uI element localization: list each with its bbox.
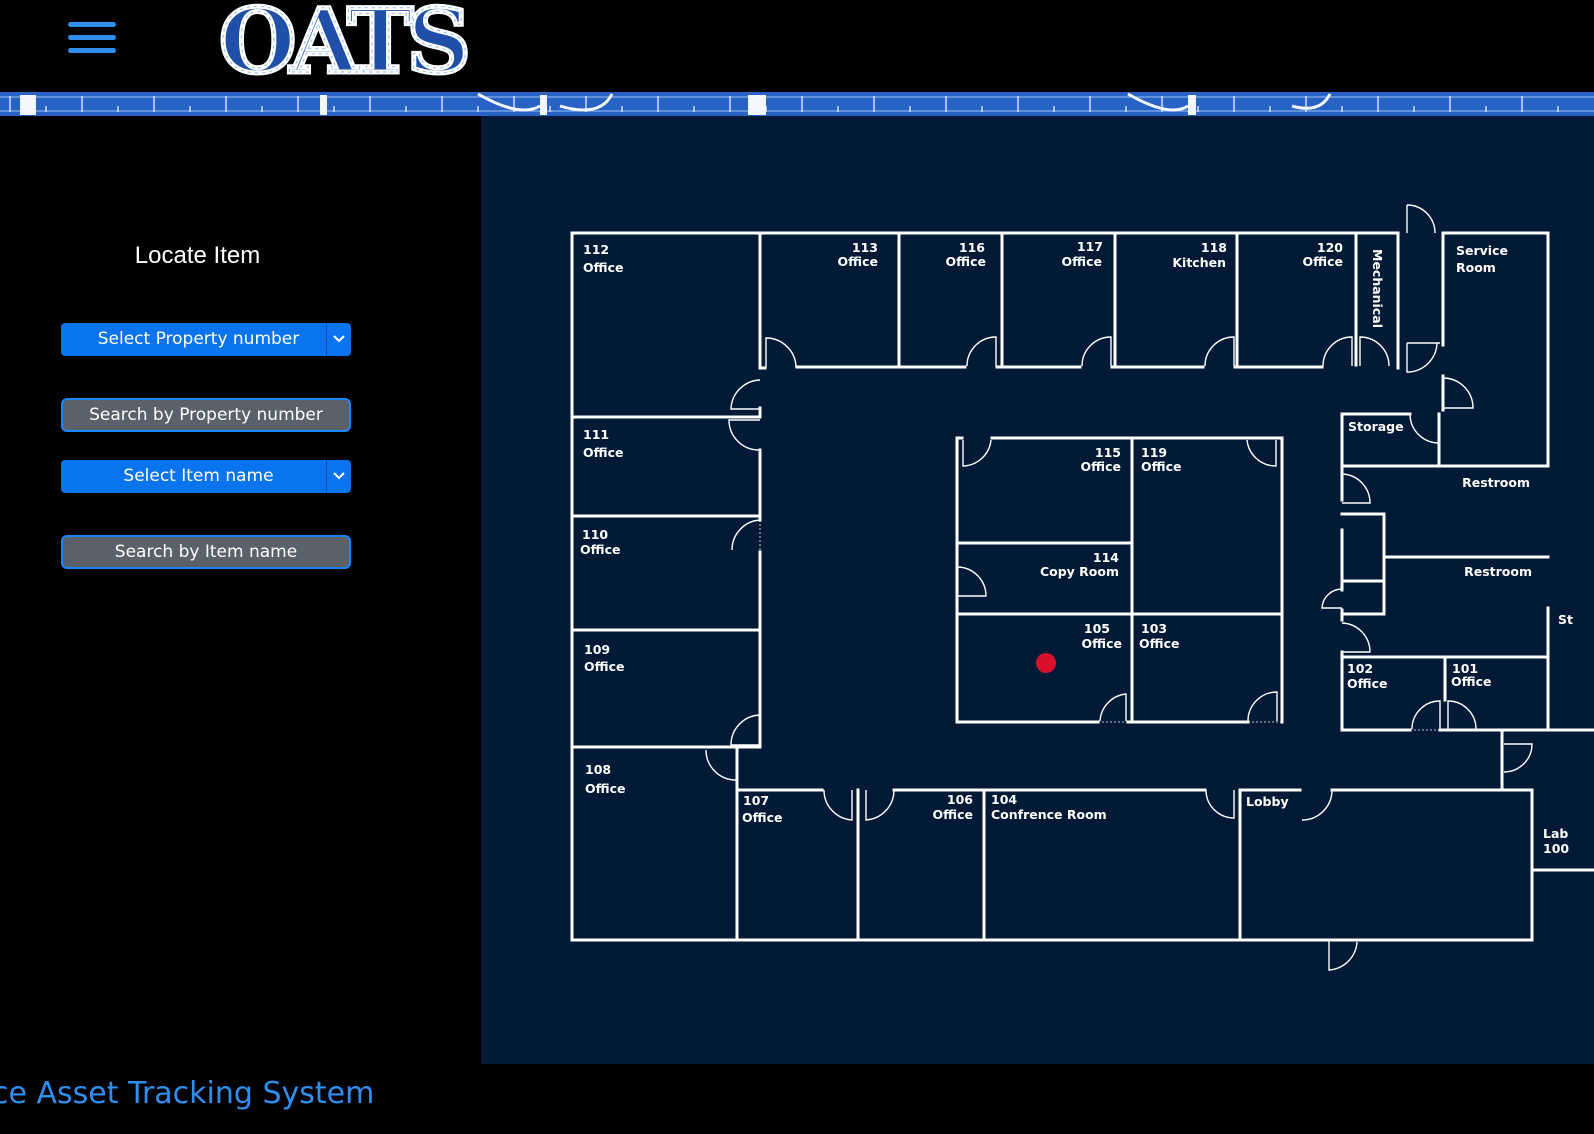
room-102-number: 102 — [1347, 661, 1373, 676]
room-109-number: 109 — [584, 642, 610, 657]
app-header: OATS OATS — [0, 0, 1594, 96]
room-111-number: 111 — [583, 427, 609, 442]
lab-label-2: 100 — [1543, 841, 1569, 856]
room-103-type: Office — [1139, 636, 1179, 651]
select-item-label: Select Item name — [123, 466, 274, 486]
floor-plan: 112 Office 113 Office 116 Office 117 Off… — [570, 204, 1594, 971]
storage-label: Storage — [1348, 419, 1404, 434]
search-by-item-button[interactable]: Search by Item name — [61, 535, 351, 569]
room-119-type: Office — [1141, 459, 1181, 474]
oats-logo: OATS OATS — [210, 0, 475, 96]
room-116-number: 116 — [959, 240, 985, 255]
select-property-number-dropdown[interactable]: Select Property number — [61, 323, 351, 356]
room-108-type: Office — [585, 781, 625, 796]
room-115-number: 115 — [1095, 445, 1121, 460]
room-119-number: 119 — [1141, 445, 1167, 460]
room-118-type: Kitchen — [1172, 255, 1226, 270]
room-112-number: 112 — [583, 242, 609, 257]
room-101-type: Office — [1451, 674, 1491, 689]
room-107-type: Office — [742, 810, 782, 825]
room-111-type: Office — [583, 445, 623, 460]
select-property-label: Select Property number — [97, 329, 300, 349]
room-114-type: Copy Room — [1040, 564, 1119, 579]
room-102-type: Office — [1347, 676, 1387, 691]
room-104-type: Confrence Room — [991, 807, 1107, 822]
located-item-marker[interactable] — [1036, 653, 1056, 673]
select-item-name-dropdown[interactable]: Select Item name — [61, 460, 351, 493]
mechanical-label: Mechanical — [1370, 249, 1385, 328]
room-114-number: 114 — [1093, 550, 1119, 565]
service-room-label-1: Service — [1456, 243, 1508, 258]
locate-item-title: Locate Item — [134, 242, 261, 269]
hamburger-menu-icon[interactable] — [68, 20, 116, 56]
room-117-number: 117 — [1077, 239, 1103, 254]
room-110-type: Office — [580, 542, 620, 557]
blueprint-ruler-banner — [0, 92, 1594, 116]
service-room-label-2: Room — [1456, 260, 1496, 275]
chevron-down-icon — [326, 460, 351, 493]
room-105-number: 105 — [1084, 621, 1110, 636]
room-106-type: Office — [933, 807, 973, 822]
footer-app-name: ce Asset Tracking System — [0, 1076, 375, 1111]
room-108-number: 108 — [585, 762, 611, 777]
room-109-type: Office — [584, 659, 624, 674]
restroom-label-2: Restroom — [1464, 564, 1532, 579]
room-103-number: 103 — [1141, 621, 1167, 636]
room-107-number: 107 — [743, 793, 769, 808]
room-117-type: Office — [1062, 254, 1102, 269]
floor-plan-panel: 112 Office 113 Office 116 Office 117 Off… — [481, 116, 1594, 1064]
room-120-number: 120 — [1317, 240, 1343, 255]
room-110-number: 110 — [582, 527, 608, 542]
room-113-type: Office — [838, 254, 878, 269]
room-118-number: 118 — [1201, 240, 1227, 255]
cut-off-room-label: St — [1558, 612, 1573, 627]
room-112-type: Office — [583, 260, 623, 275]
room-105-type: Office — [1082, 636, 1122, 651]
room-116-type: Office — [946, 254, 986, 269]
room-120-type: Office — [1303, 254, 1343, 269]
room-113-number: 113 — [852, 240, 878, 255]
restroom-label-1: Restroom — [1462, 475, 1530, 490]
lab-label-1: Lab — [1543, 826, 1568, 841]
search-by-property-button[interactable]: Search by Property number — [61, 398, 351, 432]
lobby-label: Lobby — [1246, 794, 1289, 809]
svg-text:OATS: OATS — [219, 0, 466, 86]
room-104-number: 104 — [991, 792, 1017, 807]
room-106-number: 106 — [947, 792, 973, 807]
room-115-type: Office — [1081, 459, 1121, 474]
chevron-down-icon — [326, 323, 351, 356]
